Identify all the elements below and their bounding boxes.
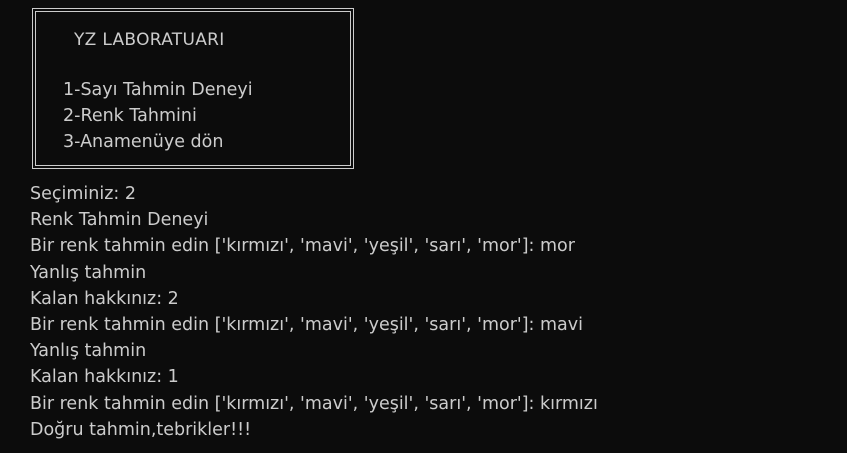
console-output: Seçiminiz: 2 Renk Tahmin Deneyi Bir renk…: [30, 181, 598, 443]
output-line-remaining-2: Kalan hakkınız: 1: [30, 367, 179, 388]
output-line-prompt-2: Bir renk tahmin edin ['kırmızı', 'mavi',…: [30, 314, 583, 335]
output-line-prompt-1: Bir renk tahmin edin ['kırmızı', 'mavi',…: [30, 236, 575, 257]
menu-option-sayi-tahmin: 1-Sayı Tahmin Deneyi: [63, 80, 253, 100]
menu-option-renk-tahmini: 2-Renk Tahmini: [63, 106, 197, 126]
output-line-prompt-3: Bir renk tahmin edin ['kırmızı', 'mavi',…: [30, 393, 598, 414]
output-line-result-2: Yanlış tahmin: [30, 341, 147, 362]
terminal-window[interactable]: YZ LABORATUARI 1-Sayı Tahmin Deneyi 2-Re…: [0, 0, 847, 453]
output-line-experiment-title: Renk Tahmin Deneyi: [30, 210, 209, 231]
output-line-success: Doğru tahmin,tebrikler!!!: [30, 419, 252, 440]
output-line-result-1: Yanlış tahmin: [30, 262, 147, 283]
output-line-remaining-1: Kalan hakkınız: 2: [30, 288, 179, 309]
menu-option-anamenu: 3-Anamenüye dön: [63, 132, 224, 152]
menu-title: YZ LABORATUARI: [74, 30, 225, 50]
output-line-selection: Seçiminiz: 2: [30, 184, 136, 204]
